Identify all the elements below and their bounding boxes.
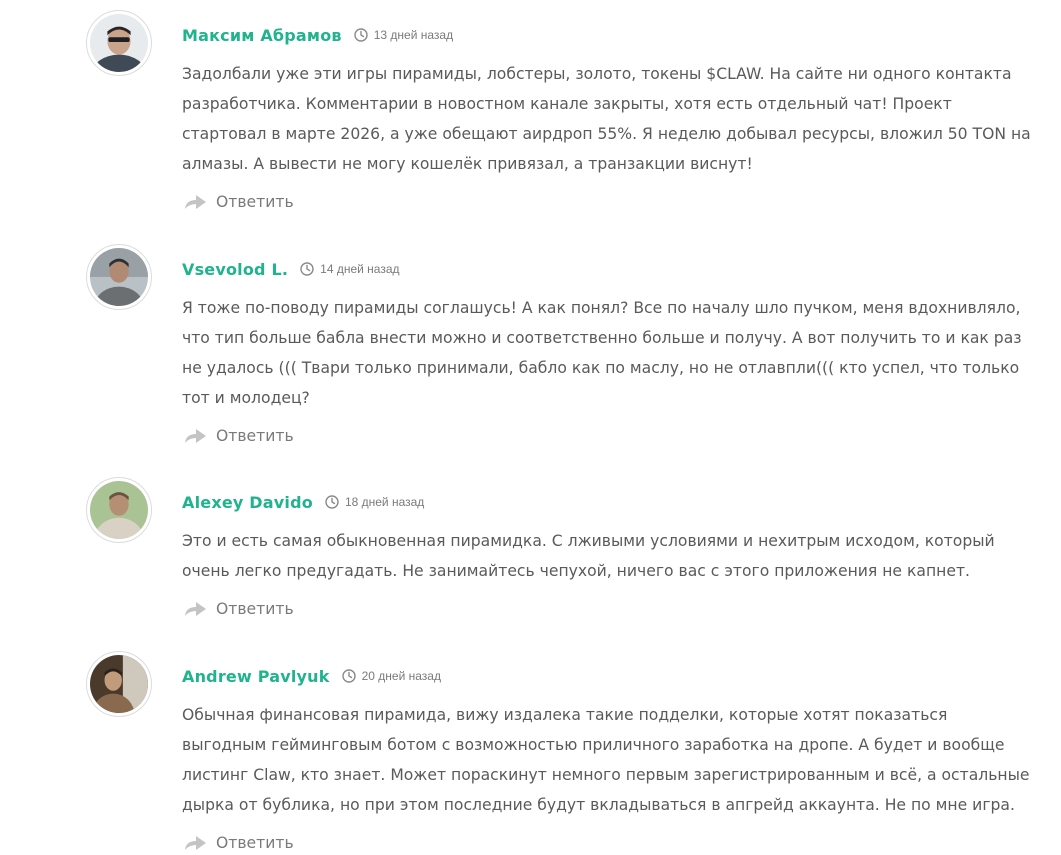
reply-arrow-icon <box>184 193 208 211</box>
comment-time[interactable]: 13 дней назад <box>374 28 453 42</box>
comment-text: Задолбали уже эти игры пирамиды, лобстер… <box>182 65 1031 173</box>
reply-label[interactable]: Ответить <box>216 600 294 618</box>
comment-time[interactable]: 18 дней назад <box>345 495 424 509</box>
reply-button[interactable]: Ответить <box>184 832 294 854</box>
avatar-photo <box>90 481 148 539</box>
clock-icon <box>325 495 339 509</box>
clock-icon <box>341 669 356 683</box>
clock-icon <box>300 262 314 276</box>
author-name[interactable]: Максим Абрамов <box>182 26 342 45</box>
avatar-photo <box>90 655 148 713</box>
reply-button[interactable]: Ответить <box>184 425 294 447</box>
comment-text: Я тоже по-поводу пирамиды соглашусь! А к… <box>182 299 1022 407</box>
avatar[interactable] <box>86 10 152 76</box>
avatar-photo <box>90 14 148 72</box>
comment-header: Vsevolod L. 14 дней назад <box>182 257 400 281</box>
comment-time[interactable]: 20 дней назад <box>362 669 441 683</box>
comment-time[interactable]: 14 дней назад <box>320 262 399 276</box>
reply-button[interactable]: Ответить <box>184 191 294 213</box>
author-name[interactable]: Vsevolod L. <box>182 260 288 279</box>
comment-header: Andrew Pavlyuk 20 дней назад <box>182 664 441 688</box>
reply-label[interactable]: Ответить <box>216 193 294 211</box>
comment-text: Обычная финансовая пирамида, вижу издале… <box>182 706 1030 814</box>
comment-text: Это и есть самая обыкновенная пирамидка.… <box>182 532 995 580</box>
avatar[interactable] <box>86 244 152 310</box>
reply-label[interactable]: Ответить <box>216 427 294 445</box>
comment-header: Alexey Davido 18 дней назад <box>182 490 424 514</box>
author-name[interactable]: Andrew Pavlyuk <box>182 667 330 686</box>
avatar[interactable] <box>86 651 152 717</box>
reply-arrow-icon <box>184 427 208 445</box>
author-name[interactable]: Alexey Davido <box>182 493 313 512</box>
avatar-photo <box>90 248 148 306</box>
reply-label[interactable]: Ответить <box>216 834 294 852</box>
clock-icon <box>354 28 368 42</box>
reply-button[interactable]: Ответить <box>184 598 294 620</box>
reply-arrow-icon <box>184 600 208 618</box>
reply-arrow-icon <box>184 834 208 852</box>
avatar[interactable] <box>86 477 152 543</box>
comment-header: Максим Абрамов 13 дней назад <box>182 23 453 47</box>
